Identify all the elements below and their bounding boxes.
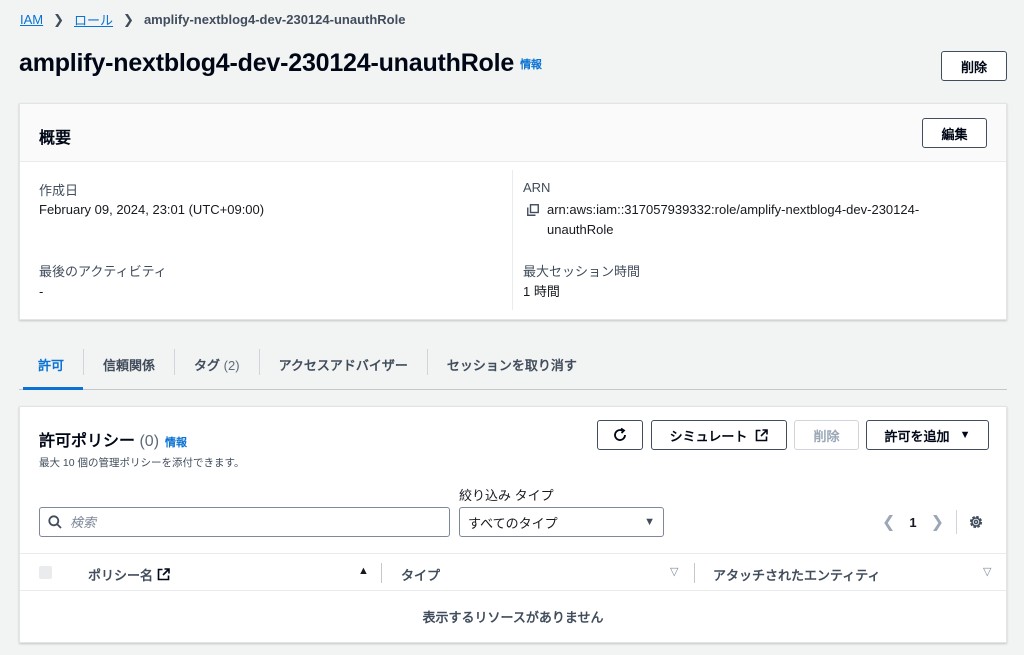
- column-label: タイプ: [401, 568, 441, 583]
- simulate-button[interactable]: シミュレート: [651, 420, 787, 450]
- tab-bar: 許可 信頼関係 タグ (2) アクセスアドバイザー セッションを取り消す: [19, 347, 1007, 390]
- breadcrumb-roles[interactable]: ロール: [74, 10, 113, 29]
- sort-ascending-icon[interactable]: ▲: [358, 565, 369, 577]
- tab-label: セッションを取り消す: [446, 358, 577, 373]
- chevron-right-icon: ❯: [123, 11, 134, 27]
- simulate-label: シミュレート: [669, 428, 748, 444]
- copy-icon[interactable]: [527, 204, 539, 216]
- sort-icon[interactable]: ▽: [670, 565, 678, 578]
- created-value: February 09, 2024, 23:01 (UTC+09:00): [39, 202, 265, 217]
- caret-down-icon: ▼: [644, 516, 655, 528]
- tab-permissions[interactable]: 許可: [19, 347, 84, 390]
- created-label: 作成日: [39, 183, 79, 198]
- tab-label: アクセスアドバイザー: [278, 358, 408, 373]
- delete-policy-button[interactable]: 削除: [794, 420, 859, 450]
- next-page-icon[interactable]: ❯: [931, 512, 944, 532]
- arn-label: ARN: [523, 180, 551, 195]
- column-type[interactable]: タイプ: [401, 565, 440, 584]
- search-icon: [48, 515, 62, 529]
- breadcrumb-current: amplify-nextblog4-dev-230124-unauthRole: [143, 12, 406, 27]
- summary-panel: 概要 編集 作成日 February 09, 2024, 23:01 (UTC+…: [19, 103, 1007, 320]
- policies-title: 許可ポリシー (0) 情報: [39, 427, 187, 451]
- search-field[interactable]: [39, 507, 450, 537]
- column-attached-entities[interactable]: アタッチされたエンティティ: [713, 565, 880, 584]
- summary-title: 概要: [39, 130, 72, 147]
- tab-trust-relationships[interactable]: 信頼関係: [84, 347, 174, 389]
- column-divider: [694, 563, 695, 583]
- pager-divider: [956, 510, 957, 534]
- column-label: アタッチされたエンティティ: [713, 568, 881, 583]
- tab-label: 信頼関係: [103, 358, 156, 373]
- last-activity-value: -: [39, 284, 44, 299]
- max-session-value: 1 時間: [523, 284, 560, 299]
- gear-icon[interactable]: [968, 514, 984, 530]
- select-all-checkbox[interactable]: [39, 566, 52, 579]
- type-selected-value: すべてのタイプ: [468, 515, 558, 531]
- refresh-button[interactable]: [597, 420, 643, 450]
- table-header: ポリシー名 ▲ タイプ ▽ アタッチされたエンティティ ▽: [20, 553, 1006, 591]
- external-link-icon: [756, 428, 769, 441]
- policies-title-text: 許可ポリシー: [39, 433, 136, 450]
- info-link[interactable]: 情報: [520, 59, 542, 71]
- arn-value: arn:aws:iam::317057939332:role/amplify-n…: [547, 200, 919, 240]
- add-permissions-label: 許可を追加: [884, 428, 950, 444]
- summary-header: 概要 編集: [20, 104, 1006, 162]
- edit-button[interactable]: 編集: [922, 118, 987, 148]
- policies-description: 最大 10 個の管理ポリシーを添付できます。: [39, 457, 245, 469]
- tab-count: (2): [223, 358, 240, 373]
- arn-line-2: unauthRole: [547, 222, 614, 237]
- type-filter-select[interactable]: すべてのタイプ ▼: [459, 507, 664, 537]
- column-label: ポリシー名: [88, 568, 154, 583]
- add-permissions-button[interactable]: 許可を追加 ▼: [866, 420, 989, 450]
- page-number[interactable]: 1: [909, 515, 916, 530]
- caret-down-icon: ▼: [959, 429, 971, 441]
- breadcrumb: IAM ❯ ロール ❯ amplify-nextblog4-dev-230124…: [20, 10, 405, 29]
- previous-page-icon[interactable]: ❮: [882, 512, 895, 532]
- tab-tags[interactable]: タグ (2): [175, 347, 259, 389]
- chevron-right-icon: ❯: [53, 11, 65, 27]
- refresh-icon: [614, 427, 626, 441]
- delete-role-button[interactable]: 削除: [941, 51, 1007, 81]
- sort-icon[interactable]: ▽: [983, 565, 991, 578]
- column-policy-name[interactable]: ポリシー名: [88, 565, 170, 584]
- tab-label: タグ: [194, 358, 221, 373]
- policies-count: (0): [139, 433, 160, 450]
- role-name: amplify-nextblog4-dev-230124-unauthRole: [19, 49, 515, 77]
- column-divider: [381, 563, 382, 583]
- arn-line-1: arn:aws:iam::317057939332:role/amplify-n…: [547, 202, 920, 217]
- search-input[interactable]: [70, 514, 430, 530]
- last-activity-label: 最後のアクティビティ: [39, 264, 167, 279]
- empty-state-message: 表示するリソースがありません: [422, 610, 604, 625]
- pagination: ❮ 1 ❯: [882, 512, 944, 532]
- filter-type-label: 絞り込み タイプ: [459, 488, 554, 503]
- column-divider: [512, 170, 513, 310]
- max-session-label: 最大セッション時間: [523, 264, 641, 279]
- tab-access-advisor[interactable]: アクセスアドバイザー: [260, 347, 427, 389]
- page-title: amplify-nextblog4-dev-230124-unauthRole 情…: [19, 49, 542, 78]
- tab-label: 許可: [38, 358, 65, 373]
- external-link-icon: [157, 568, 170, 581]
- tab-revoke-sessions[interactable]: セッションを取り消す: [428, 347, 596, 389]
- permission-policies-panel: 許可ポリシー (0) 情報 最大 10 個の管理ポリシーを添付できます。 シミュレ…: [19, 406, 1007, 643]
- breadcrumb-iam[interactable]: IAM: [20, 12, 43, 27]
- policies-info-link[interactable]: 情報: [165, 437, 187, 449]
